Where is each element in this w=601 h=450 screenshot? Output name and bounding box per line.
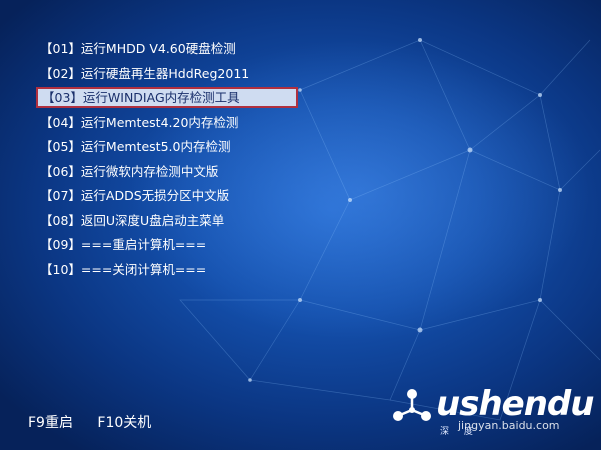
baidu-jingyan-watermark: jingyan.baidu.com bbox=[458, 419, 560, 432]
menu-item-04-memtest420[interactable]: 【04】运行Memtest4.20内存检测 bbox=[36, 112, 298, 133]
menu-item-07-adds[interactable]: 【07】运行ADDS无损分区中文版 bbox=[36, 185, 298, 206]
footer-hotkeys: F9重启 F10关机 bbox=[28, 412, 171, 432]
shutdown-hotkey[interactable]: F10关机 bbox=[97, 415, 151, 431]
menu-item-05-memtest50[interactable]: 【05】运行Memtest5.0内存检测 bbox=[36, 136, 298, 157]
menu-item-06-ms-memory-test[interactable]: 【06】运行微软内存检测中文版 bbox=[36, 161, 298, 182]
ushendu-logo-text: ushendu bbox=[436, 384, 594, 424]
menu-item-09-reboot[interactable]: 【09】===重启计算机=== bbox=[36, 234, 298, 255]
menu-item-01-mhdd[interactable]: 【01】运行MHDD V4.60硬盘检测 bbox=[36, 38, 298, 59]
menu-item-02-hddreg[interactable]: 【02】运行硬盘再生器HddReg2011 bbox=[36, 63, 298, 84]
reboot-hotkey[interactable]: F9重启 bbox=[28, 415, 73, 431]
ushendu-logo-mark-icon bbox=[393, 389, 431, 421]
boot-menu: 【01】运行MHDD V4.60硬盘检测 【02】运行硬盘再生器HddReg20… bbox=[36, 38, 298, 283]
menu-item-03-windiag[interactable]: 【03】运行WINDIAG内存检测工具 bbox=[36, 87, 298, 108]
menu-item-10-shutdown[interactable]: 【10】===关闭计算机=== bbox=[36, 259, 298, 280]
menu-item-08-return-main[interactable]: 【08】返回U深度U盘启动主菜单 bbox=[36, 210, 298, 231]
